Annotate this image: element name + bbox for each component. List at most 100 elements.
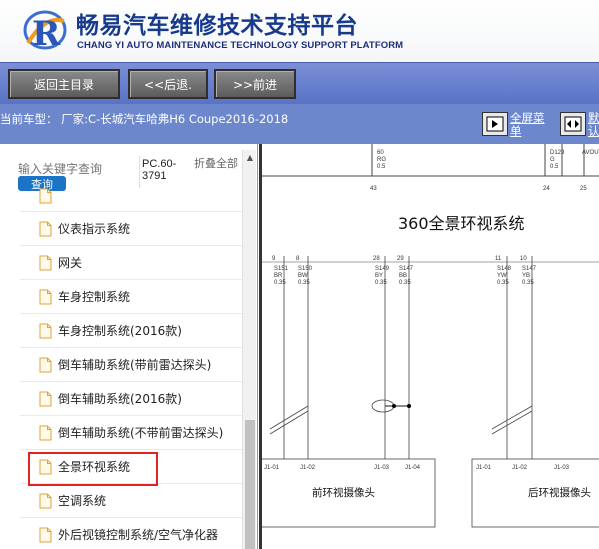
tree-item[interactable]: 车身控制系统 [20,280,242,314]
wire-code: 0.35 [375,280,387,286]
home-button[interactable]: 返回主目录 [8,69,120,99]
diagram-title: 360全景环视系统 [398,214,525,233]
divider [139,156,140,188]
connector-pin: J1-02 [300,465,316,471]
top-pin-number: 24 [543,186,550,192]
tree-item-label: 倒车辅助系统(2016款) [58,392,182,406]
pc-code: PC.60-3791 [142,158,177,182]
document-icon [39,527,52,542]
nav-bar: 返回主目录 <<后退. >>前进 [0,62,599,104]
tree-item[interactable]: 网关 [20,246,242,280]
left-panel: 查询 PC.60-3791 折叠全部 仪表指示系统网关车身控制系统车身控制系统(… [0,144,258,549]
top-wire-label: 60 [377,150,384,156]
connector-pin: J1-01 [264,465,280,471]
top-wire-label: AVOUT-3 [582,150,599,156]
tree-item[interactable]: 仪表指示系统 [20,212,242,246]
pin-number: 8 [296,256,300,262]
wire-code: BW [298,273,308,279]
tree-item[interactable]: 倒车辅助系统(不带前雷达探头) [20,416,242,450]
document-icon [39,459,52,474]
front-camera-label: 前环视摄像头 [312,487,375,499]
wire-code: BY [375,273,383,279]
current-model: 当前车型： 厂家:C-长城汽车哈弗H6 Coupe2016-2018 [0,112,289,126]
model-bar: 当前车型： 厂家:C-长城汽车哈弗H6 Coupe2016-2018 全屏菜单 … [0,104,599,144]
wire-code: S148 [497,266,512,272]
document-icon [39,493,52,508]
connector-pin: J1-01 [476,465,492,471]
document-icon [39,221,52,236]
tree-item-label: 倒车辅助系统(带前雷达探头) [58,358,212,372]
top-wire-label: 0.5 [550,164,559,170]
split-view-icon [564,116,582,132]
wire-code: BR [274,273,283,279]
document-icon [39,425,52,440]
wire-code: S150 [298,266,313,272]
system-tree: 仪表指示系统 网关车身控制系统车身控制系统(2016款) 倒车辅助系统(带前雷达探头… [20,188,242,549]
document-icon [39,255,52,270]
split-view-label[interactable]: 默认 [588,112,599,138]
split-view-button[interactable] [560,112,586,136]
brand-name-en: CHANG YI AUTO MAINTENANCE TECHNOLOGY SUP… [77,40,404,51]
pin-number: 11 [495,256,502,262]
wire-code: YW [497,273,507,279]
tree-item-label: 仪表指示系统 [58,222,131,236]
top-wire-label: 0.5 [377,164,386,170]
tree-item[interactable]: 外后视镜控制系统/空气净化器 [20,518,242,549]
document-icon [39,289,52,304]
scrollbar[interactable]: ▲ [242,150,256,549]
forward-button[interactable]: >>前进 [214,69,296,99]
document-icon [39,357,52,372]
top-pin-number: 25 [580,186,587,192]
fullscreen-button[interactable] [482,112,508,136]
wire-code: 0.35 [298,280,310,286]
tree-item[interactable]: 空调系统 [20,484,242,518]
scroll-up-icon[interactable]: ▲ [243,150,257,164]
pin-number: 10 [520,256,527,262]
wiring-diagram: 60RG0.5D129G0.5AVOUT-34324259828291110S1… [259,144,599,549]
wire-code: S147 [399,266,414,272]
wire-code: S147 [522,266,537,272]
back-button[interactable]: <<后退. [128,69,208,99]
wire-code: YB [522,273,530,279]
top-pin-number: 43 [370,186,377,192]
header: R 畅易汽车维修技术支持平台 CHANG YI AUTO MAINTENANCE… [0,0,599,62]
tree-item-selected[interactable]: 全景环视系统 [20,450,242,486]
top-wire-label: RG [377,157,386,163]
wire-code: S151 [274,266,289,272]
scroll-thumb[interactable] [245,420,255,549]
top-wire-label: G [550,157,555,163]
tree-item-label: 空调系统 [58,494,107,508]
pin-number: 9 [272,256,276,262]
rear-camera-label: 后环视摄像头 [528,487,591,499]
document-icon [39,188,52,203]
tree-item[interactable]: 倒车辅助系统(2016款) [20,382,242,416]
tree-item[interactable]: 车身控制系统(2016款) [20,314,242,348]
fullscreen-icon [486,116,504,132]
connector-pin: J1-02 [512,465,528,471]
pin-number: 28 [373,256,380,262]
tree-item[interactable] [20,188,242,212]
document-icon [39,391,52,406]
tree-item[interactable]: 倒车辅助系统(带前雷达探头) [20,348,242,382]
tree-item-label: 车身控制系统(2016款) [58,324,182,338]
pin-number: 29 [397,256,404,262]
tree-item-label: 全景环视系统 [58,460,131,474]
fullscreen-label[interactable]: 全屏菜单 [510,112,550,138]
wire-code: 0.35 [399,280,411,286]
top-wire-label: D129 [550,150,565,156]
connector-pin: J1-04 [405,465,421,471]
tree-item-label: 车身控制系统 [58,290,131,304]
collapse-all-button[interactable]: 折叠全部 [194,158,238,170]
tree-item-label: 网关 [58,256,83,270]
document-icon [39,323,52,338]
logo-icon: R [23,10,67,54]
connector-pin: J1-03 [374,465,390,471]
brand-name-cn: 畅易汽车维修技术支持平台 [76,13,358,39]
wire-code: 0.35 [497,280,509,286]
tree-item-label: 外后视镜控制系统/空气净化器 [58,528,219,542]
wire-code: 0.35 [522,280,534,286]
tree-item-label: 倒车辅助系统(不带前雷达探头) [58,426,224,440]
wire-code: S149 [375,266,390,272]
wire-code: BB [399,273,407,279]
wire-code: 0.35 [274,280,286,286]
